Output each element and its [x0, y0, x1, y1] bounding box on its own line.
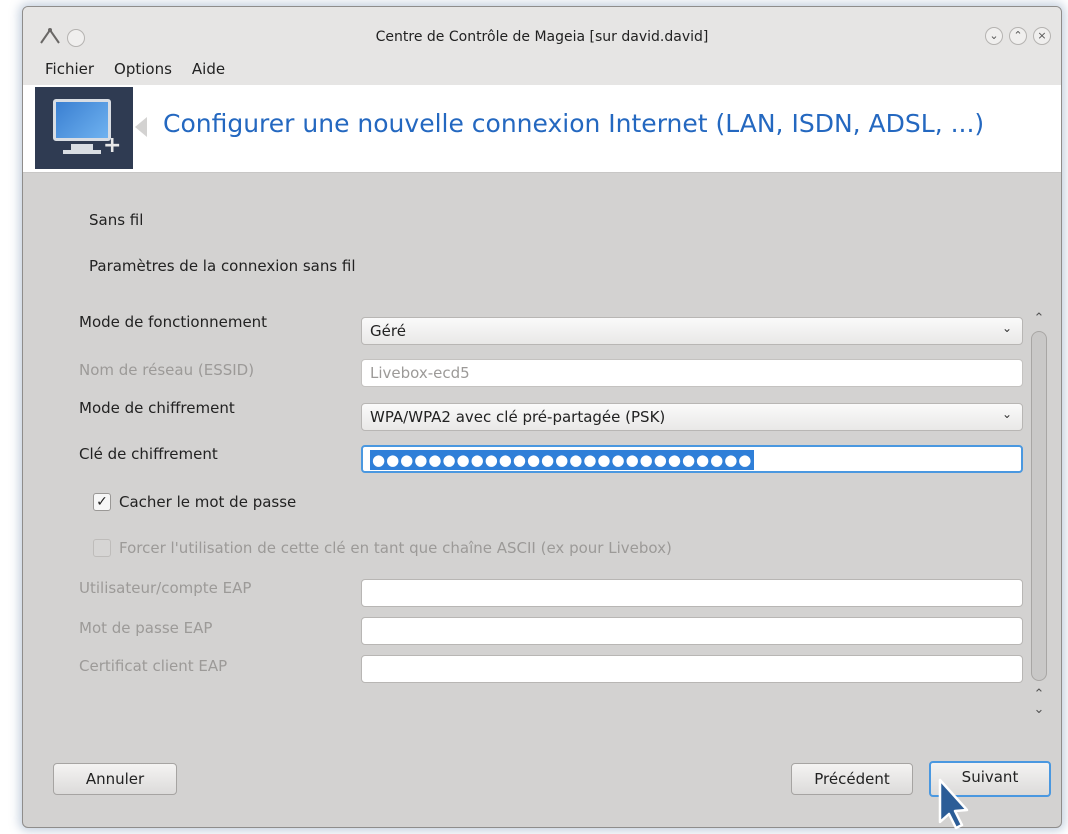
hide-password-label: Cacher le mot de passe [119, 493, 297, 511]
minimize-icon[interactable]: ⌄ [985, 27, 1003, 45]
eap-cert-input[interactable] [361, 655, 1023, 683]
menu-bar: Fichier Options Aide [23, 53, 1061, 85]
mode-value: Géré [370, 322, 406, 340]
encryption-mode-select[interactable]: WPA/WPA2 avec clé pré-partagée (PSK) ⌄ [361, 403, 1023, 431]
encryption-key-input[interactable]: ●●●●●●●●●●●●●●●●●●●●●●●●●●● [361, 445, 1023, 473]
eap-password-label: Mot de passe EAP [79, 619, 213, 637]
header-banner: + Configurer une nouvelle connexion Inte… [23, 85, 1061, 173]
vertical-scrollbar[interactable] [1031, 331, 1047, 681]
scroll-down-icon[interactable]: ⌃ ⌄ [1031, 687, 1047, 717]
force-ascii-label: Forcer l'utilisation de cette clé en tan… [119, 539, 672, 557]
checkbox-unchecked-icon[interactable] [93, 539, 111, 557]
mouse-pointer-icon [922, 776, 972, 834]
chevron-down-icon: ⌄ [1001, 407, 1012, 421]
cancel-button[interactable]: Annuler [53, 763, 177, 795]
network-monitor-icon: + [35, 87, 133, 169]
eap-cert-label: Certificat client EAP [79, 657, 228, 675]
hide-password-checkbox[interactable]: ✓ Cacher le mot de passe [93, 493, 296, 511]
checkbox-checked-icon[interactable]: ✓ [93, 493, 111, 511]
section-heading: Sans fil [89, 211, 144, 229]
eap-password-input[interactable] [361, 617, 1023, 645]
page-title: Configurer une nouvelle connexion Intern… [163, 109, 985, 138]
encryption-mode-label: Mode de chiffrement [79, 399, 235, 417]
encryption-key-value: ●●●●●●●●●●●●●●●●●●●●●●●●●●● [370, 450, 755, 470]
menu-file[interactable]: Fichier [45, 60, 94, 78]
essid-label: Nom de réseau (ESSID) [79, 361, 255, 379]
close-icon[interactable]: × [1033, 27, 1051, 45]
essid-input[interactable]: Livebox-ecd5 [361, 359, 1023, 387]
mode-select[interactable]: Géré ⌄ [361, 317, 1023, 345]
menu-help[interactable]: Aide [192, 60, 225, 78]
eap-user-label: Utilisateur/compte EAP [79, 579, 252, 597]
scroll-up-icon[interactable]: ⌃ [1031, 311, 1047, 326]
maximize-icon[interactable]: ⌃ [1009, 27, 1027, 45]
essid-value: Livebox-ecd5 [370, 364, 470, 382]
previous-button[interactable]: Précédent [791, 763, 913, 795]
mageia-control-center-window: Centre de Contrôle de Mageia [sur david.… [22, 6, 1062, 828]
encryption-key-label: Clé de chiffrement [79, 445, 218, 463]
section-subheading: Paramètres de la connexion sans fil [89, 257, 356, 275]
eap-user-input[interactable] [361, 579, 1023, 607]
mode-label: Mode de fonctionnement [79, 313, 268, 331]
menu-options[interactable]: Options [114, 60, 172, 78]
window-title: Centre de Contrôle de Mageia [sur david.… [375, 29, 709, 45]
encryption-mode-value: WPA/WPA2 avec clé pré-partagée (PSK) [370, 408, 666, 426]
window-controls: ⌄ ⌃ × [985, 27, 1051, 45]
force-ascii-checkbox[interactable]: Forcer l'utilisation de cette clé en tan… [93, 539, 672, 557]
banner-arrow [135, 117, 147, 137]
chevron-down-icon: ⌄ [1001, 321, 1012, 335]
title-bar[interactable]: Centre de Contrôle de Mageia [sur david.… [23, 7, 1061, 53]
